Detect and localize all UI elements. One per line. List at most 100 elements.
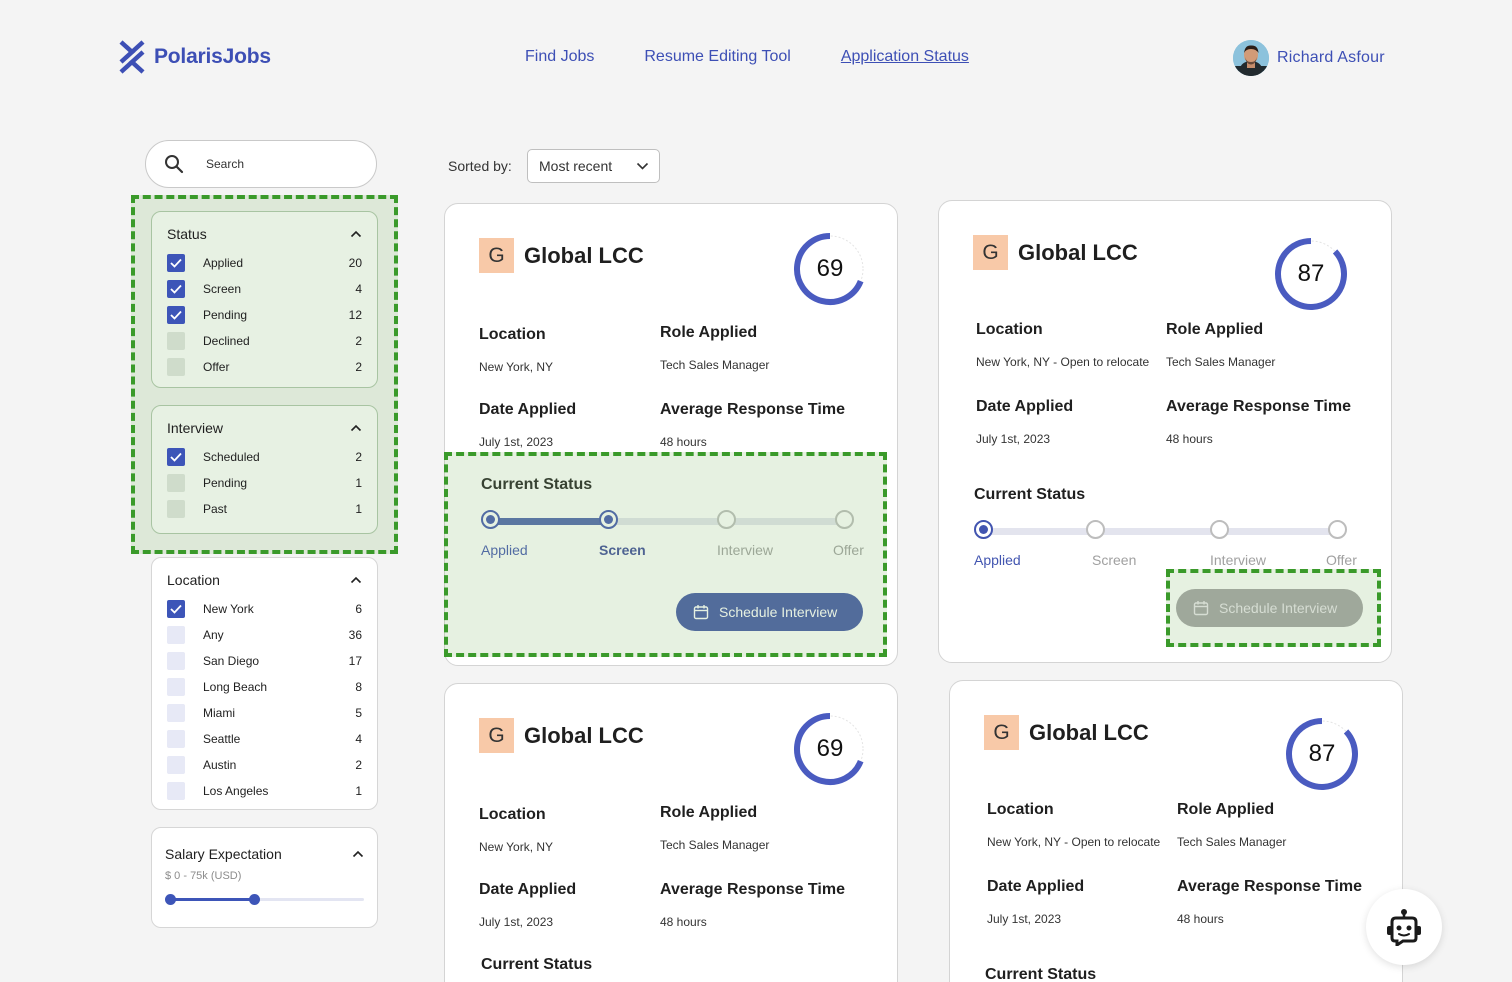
- filter-option-label: Long Beach: [203, 680, 268, 694]
- company-name: Global LCC: [1029, 719, 1149, 745]
- location-value: New York, NY - Open to relocate: [976, 355, 1150, 369]
- schedule-interview-label: Schedule Interview: [1219, 600, 1338, 616]
- polaris-logo-icon: [119, 40, 145, 74]
- filter-option-label: Los Angeles: [203, 784, 269, 798]
- checkbox-unchecked[interactable]: [167, 500, 185, 518]
- filter-option-label: Any: [203, 628, 224, 642]
- filter-option-declined[interactable]: Declined 2: [167, 328, 362, 354]
- filter-option-past[interactable]: Past 1: [167, 496, 362, 522]
- checkbox-checked[interactable]: [167, 306, 185, 324]
- chevron-up-icon[interactable]: [352, 850, 364, 858]
- filter-option-austin[interactable]: Austin 2: [167, 752, 362, 778]
- filter-header-interview[interactable]: Interview: [167, 420, 362, 436]
- response-value: 48 hours: [1177, 912, 1224, 926]
- filter-option-count: 4: [355, 282, 362, 296]
- main-nav: Find Jobs Resume Editing Tool Applicatio…: [525, 48, 969, 66]
- search-input[interactable]: [206, 157, 346, 171]
- filter-option-count: 1: [355, 784, 362, 798]
- filter-option-count: 2: [355, 360, 362, 374]
- sort-dropdown[interactable]: Most recent: [527, 149, 660, 183]
- company-logo: G: [479, 238, 514, 273]
- filter-option-san-diego[interactable]: San Diego 17: [167, 648, 362, 674]
- application-card[interactable]: G Global LCC 69 Location New York, NY Ro…: [444, 683, 898, 982]
- checkbox-unchecked[interactable]: [167, 730, 185, 748]
- checkbox-unchecked[interactable]: [167, 652, 185, 670]
- filter-option-label: Seattle: [203, 732, 241, 746]
- step-label-interview: Interview: [1210, 552, 1267, 568]
- filter-option-los-angeles[interactable]: Los Angeles 1: [167, 778, 362, 804]
- filter-panel-interview: Interview Scheduled 2 Pending 1 Past 1: [151, 405, 378, 534]
- slider-handle-min[interactable]: [165, 894, 176, 905]
- user-menu[interactable]: Richard Asfour: [1233, 40, 1385, 76]
- checkbox-unchecked[interactable]: [167, 704, 185, 722]
- salary-range-label: $ 0 - 75k (USD): [165, 870, 242, 882]
- checkbox-checked[interactable]: [167, 600, 185, 618]
- checkbox-unchecked[interactable]: [167, 678, 185, 696]
- filter-option-new-york[interactable]: New York 6: [167, 596, 362, 622]
- location-heading: Location: [479, 326, 546, 343]
- filter-option-long-beach[interactable]: Long Beach 8: [167, 674, 362, 700]
- filter-option-screen[interactable]: Screen 4: [167, 276, 362, 302]
- filter-option-label: Pending: [203, 476, 248, 490]
- company-name: Global LCC: [524, 722, 644, 748]
- brand-logo[interactable]: PolarisJobs: [118, 40, 271, 74]
- salary-slider[interactable]: [165, 890, 364, 910]
- filter-option-pending[interactable]: Pending 12: [167, 302, 362, 328]
- chevron-up-icon[interactable]: [350, 230, 362, 238]
- chevron-up-icon[interactable]: [350, 576, 362, 584]
- checkbox-unchecked[interactable]: [167, 474, 185, 492]
- match-score: 69: [816, 255, 844, 282]
- match-score: 87: [1297, 260, 1325, 287]
- chevron-up-icon[interactable]: [350, 424, 362, 432]
- filter-option-any[interactable]: Any 36: [167, 622, 362, 648]
- filter-option-pending[interactable]: Pending 1: [167, 470, 362, 496]
- response-value: 48 hours: [1166, 432, 1213, 446]
- filter-header-location[interactable]: Location: [167, 572, 362, 588]
- filter-title: Interview: [167, 420, 224, 436]
- user-name: Richard Asfour: [1277, 49, 1385, 66]
- filter-option-miami[interactable]: Miami 5: [167, 700, 362, 726]
- avatar-image: [1233, 40, 1269, 76]
- chatbot-button[interactable]: [1366, 889, 1442, 965]
- location-heading: Location: [976, 321, 1043, 338]
- checkbox-unchecked[interactable]: [167, 358, 185, 376]
- current-status-heading: Current Status: [974, 486, 1086, 503]
- checkbox-unchecked[interactable]: [167, 782, 185, 800]
- location-value: New York, NY: [479, 360, 554, 374]
- step-label-offer: Offer: [1326, 552, 1357, 568]
- filter-option-label: Screen: [203, 282, 242, 296]
- filter-header-status[interactable]: Status: [167, 226, 362, 242]
- checkbox-unchecked[interactable]: [167, 626, 185, 644]
- nav-resume-editing-tool[interactable]: Resume Editing Tool: [644, 48, 790, 66]
- date-heading: Date Applied: [479, 401, 577, 418]
- checkbox-checked[interactable]: [167, 280, 185, 298]
- checkbox-checked[interactable]: [167, 254, 185, 272]
- filter-header-salary[interactable]: Salary Expectation: [165, 846, 364, 862]
- filter-title: Status: [167, 226, 207, 242]
- filter-option-scheduled[interactable]: Scheduled 2: [167, 444, 362, 470]
- filter-option-count: 1: [355, 502, 362, 516]
- step-dot-offer: [1328, 520, 1347, 539]
- filter-option-applied[interactable]: Applied 20: [167, 250, 362, 276]
- brand-name: PolarisJobs: [154, 45, 271, 68]
- date-value: July 1st, 2023: [479, 915, 554, 929]
- filter-option-count: 2: [355, 334, 362, 348]
- response-value: 48 hours: [660, 435, 707, 449]
- filter-option-seattle[interactable]: Seattle 4: [167, 726, 362, 752]
- nav-application-status[interactable]: Application Status: [841, 48, 969, 66]
- nav-find-jobs[interactable]: Find Jobs: [525, 48, 594, 66]
- avatar[interactable]: [1233, 40, 1269, 76]
- application-card[interactable]: G Global LCC 87 Location New York, NY - …: [949, 680, 1403, 982]
- search-box[interactable]: [145, 140, 377, 188]
- checkbox-unchecked[interactable]: [167, 756, 185, 774]
- match-score: 69: [816, 735, 844, 762]
- company-logo: G: [984, 715, 1019, 750]
- response-heading: Average Response Time: [660, 881, 845, 898]
- schedule-interview-button-disabled[interactable]: Schedule Interview: [1176, 589, 1363, 627]
- filter-option-label: Austin: [203, 758, 237, 772]
- checkbox-unchecked[interactable]: [167, 332, 185, 350]
- filter-option-offer[interactable]: Offer 2: [167, 354, 362, 380]
- filter-option-label: Declined: [203, 334, 250, 348]
- slider-handle-max[interactable]: [248, 894, 260, 905]
- checkbox-checked[interactable]: [167, 448, 185, 466]
